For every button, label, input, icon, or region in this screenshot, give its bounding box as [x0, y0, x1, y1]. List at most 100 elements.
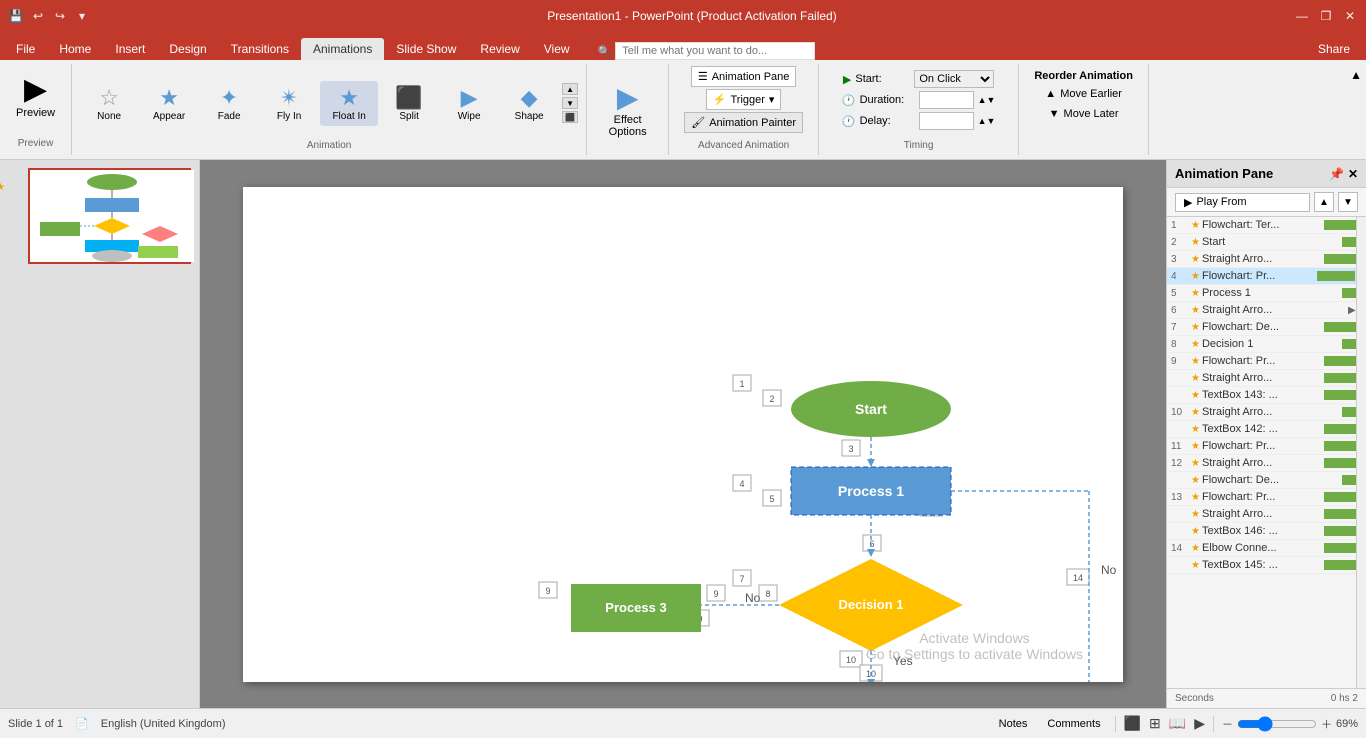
move-later-icon: ▼: [1049, 108, 1060, 120]
anim-appear[interactable]: ★ Appear: [140, 81, 198, 126]
tab-review[interactable]: Review: [468, 38, 531, 60]
close-icon[interactable]: ✕: [1342, 8, 1358, 24]
animation-list-item[interactable]: ★Straight Arro...: [1167, 370, 1366, 387]
trigger-button[interactable]: ⚡ Trigger ▾: [706, 89, 782, 110]
move-earlier-button[interactable]: ▲ Move Earlier: [1041, 86, 1126, 102]
anim-scroll-more[interactable]: ⬛: [562, 111, 578, 123]
tab-animations[interactable]: Animations: [301, 38, 384, 60]
animation-list-item[interactable]: 10★Straight Arro...: [1167, 404, 1366, 421]
play-from-button[interactable]: ▶ Play From: [1175, 193, 1310, 212]
anim-none[interactable]: ☆ None: [80, 81, 138, 126]
animation-list-item[interactable]: 8★Decision 1: [1167, 336, 1366, 353]
tab-insert[interactable]: Insert: [103, 38, 157, 60]
delay-stepper[interactable]: ▲▼: [978, 116, 996, 126]
slide-sorter-icon[interactable]: ⊞: [1149, 715, 1161, 732]
pin-icon[interactable]: 📌: [1329, 167, 1344, 181]
animation-list-item[interactable]: 11★Flowchart: Pr...: [1167, 438, 1366, 455]
normal-view-icon[interactable]: ⬛: [1124, 715, 1141, 732]
anim-item-star: ★: [1191, 237, 1200, 248]
tab-home[interactable]: Home: [47, 38, 103, 60]
share-button[interactable]: Share: [1306, 38, 1362, 60]
anim-list-scrollbar[interactable]: [1356, 217, 1366, 688]
anim-nav-up[interactable]: ▲: [1314, 192, 1334, 212]
tell-me-input[interactable]: [615, 42, 815, 60]
timing-section-label: Timing: [904, 140, 934, 153]
anim-item-number: 10: [1171, 407, 1191, 418]
anim-split[interactable]: ⬛ Split: [380, 81, 438, 126]
anim-item-name: Flowchart: Pr...: [1202, 440, 1322, 452]
zoom-out-icon[interactable]: －: [1222, 716, 1233, 732]
animation-list-item[interactable]: 13★Flowchart: Pr...: [1167, 489, 1366, 506]
animation-list-item[interactable]: 14★Elbow Conne...: [1167, 540, 1366, 557]
animation-list-item[interactable]: 6★Straight Arro...▶: [1167, 302, 1366, 319]
anim-wipe[interactable]: ▶ Wipe: [440, 81, 498, 126]
zoom-slider[interactable]: [1237, 716, 1317, 732]
anim-item-star: ★: [1191, 288, 1200, 299]
animation-list-item[interactable]: ★Flowchart: De...: [1167, 472, 1366, 489]
animation-list-item[interactable]: 2★Start: [1167, 234, 1366, 251]
anim-item-name: Straight Arro...: [1202, 406, 1340, 418]
start-dropdown[interactable]: On Click With Previous After Previous: [914, 70, 994, 88]
duration-input[interactable]: 02.00: [919, 91, 974, 109]
redo-icon[interactable]: ↪: [52, 8, 68, 24]
svg-text:3: 3: [848, 444, 853, 454]
tab-design[interactable]: Design: [157, 38, 218, 60]
anim-item-name: TextBox 146: ...: [1202, 525, 1322, 537]
effect-options-button[interactable]: ▶ Effect Options: [595, 77, 660, 142]
animation-list-item[interactable]: 3★Straight Arro...: [1167, 251, 1366, 268]
zoom-in-icon[interactable]: ＋: [1321, 716, 1332, 732]
zoom-level: 69%: [1336, 718, 1358, 730]
animation-list-item[interactable]: ★TextBox 145: ...: [1167, 557, 1366, 574]
animation-list-item[interactable]: ★TextBox 146: ...: [1167, 523, 1366, 540]
animation-pane-button[interactable]: ☰ Animation Pane: [691, 66, 797, 87]
anim-item-number: 3: [1171, 254, 1191, 265]
preview-button[interactable]: ▶ Preview: [8, 68, 63, 123]
anim-scroll-down[interactable]: ▼: [562, 97, 578, 109]
undo-icon[interactable]: ↩: [30, 8, 46, 24]
animation-list-item[interactable]: 5★Process 1: [1167, 285, 1366, 302]
status-separator: [1115, 716, 1116, 732]
tab-slideshow[interactable]: Slide Show: [384, 38, 468, 60]
comments-button[interactable]: Comments: [1041, 716, 1106, 732]
delay-input[interactable]: 00.00: [919, 112, 974, 130]
duration-stepper[interactable]: ▲▼: [978, 95, 996, 105]
animation-list-item[interactable]: 4★Flowchart: Pr...▾: [1167, 268, 1366, 285]
ribbon-collapse-button[interactable]: ▲: [1346, 64, 1366, 155]
anim-shape[interactable]: ◆ Shape: [500, 81, 558, 126]
window-title: Presentation1 - PowerPoint (Product Acti…: [90, 9, 1294, 23]
save-icon[interactable]: 💾: [8, 8, 24, 24]
tab-view[interactable]: View: [532, 38, 582, 60]
move-later-button[interactable]: ▼ Move Later: [1045, 106, 1123, 122]
anim-fade[interactable]: ✦ Fade: [200, 81, 258, 126]
play-from-label: Play From: [1196, 196, 1246, 208]
anim-item-name: Flowchart: Ter...: [1202, 219, 1322, 231]
animation-painter-button[interactable]: 🖌 Animation Painter: [684, 112, 803, 133]
tab-file[interactable]: File: [4, 38, 47, 60]
ribbon-reorder-section: Reorder Animation ▲ Move Earlier ▼ Move …: [1019, 64, 1149, 155]
anim-flyin[interactable]: ✴ Fly In: [260, 81, 318, 126]
animation-list-item[interactable]: 9★Flowchart: Pr...: [1167, 353, 1366, 370]
slide-thumbnail[interactable]: [28, 168, 191, 264]
animation-list-item[interactable]: ★TextBox 143: ...: [1167, 387, 1366, 404]
anim-floatin[interactable]: ★ Float In: [320, 81, 378, 126]
anim-nav-down[interactable]: ▼: [1338, 192, 1358, 212]
anim-scroll-up[interactable]: ▲: [562, 83, 578, 95]
restore-icon[interactable]: ❐: [1318, 8, 1334, 24]
animation-list-item[interactable]: 12★Straight Arro...: [1167, 455, 1366, 472]
notes-button[interactable]: Notes: [993, 716, 1034, 732]
animation-list-item[interactable]: ★TextBox 142: ...: [1167, 421, 1366, 438]
animation-list-item[interactable]: 7★Flowchart: De...: [1167, 319, 1366, 336]
start-icon: ▶: [843, 73, 851, 86]
anim-pane-close-icon[interactable]: ✕: [1348, 167, 1358, 181]
reading-view-icon[interactable]: 📖: [1169, 715, 1186, 732]
anim-wipe-label: Wipe: [458, 111, 481, 122]
animation-list-item[interactable]: 1★Flowchart: Ter...: [1167, 217, 1366, 234]
anim-none-label: None: [97, 111, 121, 122]
tab-transitions[interactable]: Transitions: [219, 38, 301, 60]
customize-icon[interactable]: ▾: [74, 8, 90, 24]
anim-item-name: Flowchart: Pr...: [1202, 355, 1322, 367]
minimize-icon[interactable]: —: [1294, 8, 1310, 24]
animation-list-item[interactable]: ★Straight Arro...: [1167, 506, 1366, 523]
slideshow-icon[interactable]: ▶: [1194, 715, 1205, 732]
svg-text:10: 10: [846, 655, 856, 665]
